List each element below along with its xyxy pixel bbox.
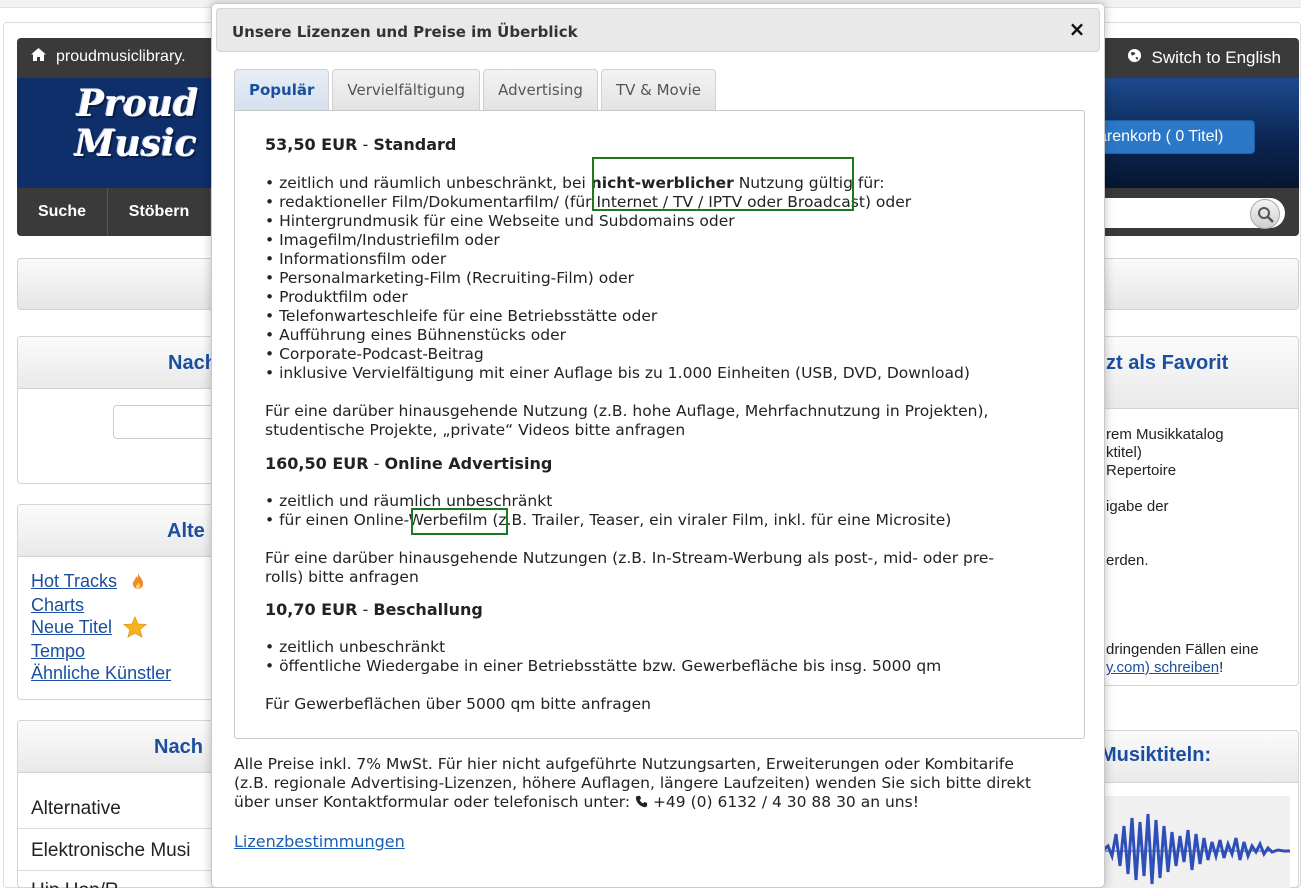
link-tempo[interactable]: Tempo [31, 641, 85, 662]
bullet-item: • Hintergrundmusik für eine Webseite und… [265, 212, 735, 230]
bullet-item: • Telefonwarteschleife für eine Betriebs… [265, 307, 658, 325]
price-heading-online-advertising: 160,50 EUR - Online Advertising [265, 454, 553, 473]
tab-tv-movie[interactable]: TV & Movie [600, 69, 716, 110]
bullet-item: • zeitlich unbeschränkt [265, 638, 446, 656]
bullet-item: • Produktfilm oder [265, 288, 408, 306]
link-neue-titel[interactable]: Neue Titel [31, 617, 112, 638]
nav-stoebern[interactable]: Stöbern [108, 188, 211, 236]
divider [18, 870, 213, 871]
genre-item[interactable]: Alternative [31, 798, 121, 820]
price-value: 160,50 EUR [265, 454, 369, 473]
left-panel-genres-title: Nach [154, 736, 203, 758]
phone-icon [635, 793, 648, 811]
phone-number: +49 (0) 6132 / 4 30 88 30 [652, 793, 856, 811]
right-panel-text: rem Musikkatalog [1106, 426, 1224, 443]
site-name: proudmusiclibrary. [56, 48, 186, 65]
right-panel-text: Repertoire [1106, 462, 1177, 479]
bullet-item: • Imagefilm/Industriefilm oder [265, 231, 500, 249]
right-panel-waveform-title: Musiktiteln: [1100, 744, 1212, 766]
note-text: rolls) bitte anfragen [265, 568, 419, 586]
bullet-item: • für einen Online-Werbefilm (z.B. Trail… [265, 511, 952, 529]
license-name: Standard [373, 135, 457, 154]
genre-item[interactable]: Hip Hop/R [31, 880, 119, 888]
bullet-item: • Informationsfilm oder [265, 250, 447, 268]
tab-vervielfaeltigung[interactable]: Vervielfältigung [332, 69, 481, 110]
tab-populaer[interactable]: Populär [234, 69, 330, 111]
license-terms-link[interactable]: Lizenzbestimmungen [234, 832, 405, 851]
note-text: Für eine darüber hinausgehende Nutzungen… [265, 549, 995, 567]
left-panel-browse-title: Alte [167, 520, 205, 542]
bullet-item: • Personalmarketing-Film (Recruiting-Fil… [265, 269, 634, 287]
star-icon [122, 615, 148, 642]
bullet-item: • zeitlich und räumlich unbeschränkt, be… [265, 174, 885, 192]
proudmusic-logo[interactable]: Proud Music [75, 84, 198, 164]
fire-icon [130, 572, 146, 596]
tab-advertising[interactable]: Advertising [483, 69, 598, 110]
price-value: 10,70 EUR [265, 600, 358, 619]
price-value: 53,50 EUR [265, 135, 358, 154]
note-text: Für Gewerbeflächen über 5000 qm bitte an… [265, 695, 651, 713]
audio-waveform[interactable] [1102, 796, 1290, 888]
tab-panel-populaer: 53,50 EUR - Standard • zeitlich und räum… [234, 110, 1085, 739]
home-icon [31, 48, 46, 66]
bullet-item: • Corporate-Podcast-Beitrag [265, 345, 484, 363]
bullet-item: • inklusive Vervielfältigung mit einer A… [265, 364, 970, 382]
nav-suche[interactable]: Suche [17, 188, 108, 236]
site-home-link[interactable]: proudmusiclibrary. [31, 48, 186, 66]
note-text: studentische Projekte, „private“ Videos … [265, 421, 686, 439]
right-panel-text: erden. [1106, 552, 1149, 569]
note-text: Für eine darüber hinausgehende Nutzung (… [265, 402, 989, 420]
license-name: Beschallung [373, 600, 483, 619]
link-charts[interactable]: Charts [31, 595, 84, 616]
link-aehnliche-kuenstler[interactable]: Ähnliche Künstler [31, 663, 171, 684]
right-panel-text: ktitel) [1106, 444, 1142, 461]
price-heading-beschallung: 10,70 EUR - Beschallung [265, 600, 483, 619]
bullet-item: • öffentliche Wiedergabe in einer Betrie… [265, 657, 942, 675]
genre-item[interactable]: Elektronische Musi [31, 840, 190, 862]
divider [18, 828, 213, 829]
right-panel-text: igabe der [1106, 498, 1169, 515]
bullet-item: • Aufführung eines Bühnenstücks oder [265, 326, 566, 344]
license-tabs: Populär Vervielfältigung Advertising TV … [234, 69, 716, 111]
price-footer-note: Alle Preise inkl. 7% MwSt. Für hier nich… [234, 755, 1032, 811]
right-panel-favorite-title: zt als Favorit [1106, 352, 1229, 374]
bullet-item: • zeitlich und räumlich unbeschränkt [265, 492, 553, 510]
search-icon [1258, 207, 1274, 223]
contact-email-link[interactable]: y.com) schreiben [1106, 659, 1219, 676]
left-search-input[interactable] [113, 405, 223, 439]
license-name: Online Advertising [384, 454, 553, 473]
bullet-item: • redaktioneller Film/Dokumentarfilm/ (f… [265, 193, 912, 211]
globe-icon [1127, 48, 1142, 68]
header-search-button[interactable] [1250, 199, 1280, 229]
switch-language-label: Switch to English [1151, 48, 1281, 67]
modal-header: Unsere Lizenzen und Preise im Überblick … [216, 8, 1100, 52]
switch-language-link[interactable]: Switch to English [1127, 48, 1281, 68]
license-modal: Unsere Lizenzen und Preise im Überblick … [211, 3, 1105, 888]
link-hot-tracks[interactable]: Hot Tracks [31, 571, 117, 592]
right-panel-text: dringenden Fällen eine [1106, 641, 1259, 658]
right-panel-link-line: y.com) schreiben! [1106, 659, 1224, 676]
modal-title: Unsere Lizenzen und Preise im Überblick [232, 23, 578, 41]
price-heading-standard: 53,50 EUR - Standard [265, 135, 457, 154]
left-panel-search-title: Nach [168, 352, 217, 374]
close-button[interactable]: × [1066, 18, 1088, 40]
